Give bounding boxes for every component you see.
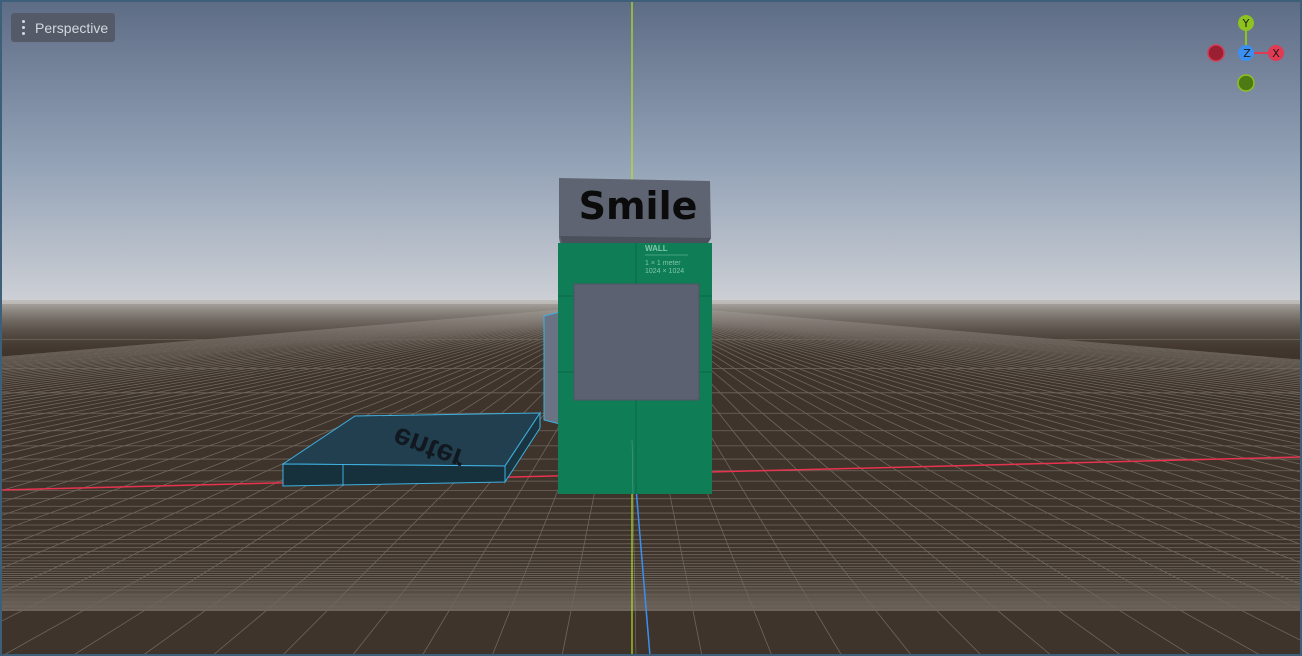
gizmo-x-label: X <box>1272 47 1280 60</box>
gizmo-y-label: Y <box>1242 17 1250 30</box>
perspective-menu-button[interactable]: Perspective <box>11 13 115 42</box>
sign-label: Smile <box>579 184 698 228</box>
wall-texture-resolution: 1024 × 1024 <box>645 268 684 275</box>
wall-texture-title: WALL <box>645 244 668 253</box>
green-wall[interactable]: WALL 1 × 1 meter 1024 × 1024 <box>558 243 712 494</box>
wall-texture-size: 1 × 1 meter <box>645 260 681 267</box>
kebab-menu-icon <box>14 20 32 35</box>
gizmo-neg-y-handle[interactable] <box>1237 74 1255 92</box>
gizmo-neg-x-handle[interactable] <box>1207 44 1225 62</box>
3d-viewport[interactable]: enter WALL 1 × 1 meter 1024 × 1024 Smile… <box>0 0 1302 656</box>
smile-sign[interactable]: Smile <box>559 178 711 243</box>
back-panel[interactable] <box>543 311 561 425</box>
gizmo-z-label: Z <box>1243 47 1251 60</box>
window-panel <box>573 283 700 401</box>
perspective-label: Perspective <box>35 19 109 36</box>
scene-canvas[interactable]: enter WALL 1 × 1 meter 1024 × 1024 Smile… <box>0 0 1302 656</box>
